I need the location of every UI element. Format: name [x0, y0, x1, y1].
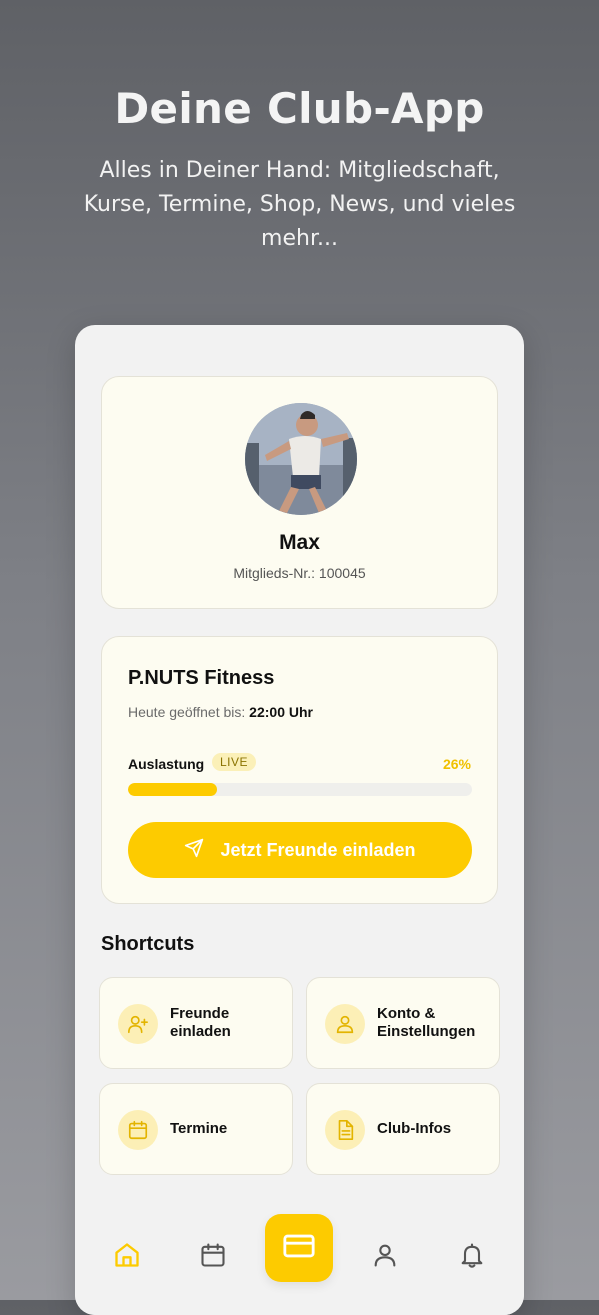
avatar — [245, 403, 357, 515]
shortcut-appointments[interactable]: Termine — [99, 1083, 293, 1175]
shortcut-label: Konto & Einstellungen — [377, 1005, 476, 1040]
invite-friends-button[interactable]: Jetzt Freunde einladen — [128, 822, 472, 878]
user-plus-icon — [118, 1004, 158, 1044]
shortcut-label: Club-Infos — [377, 1120, 452, 1137]
shortcuts-title: Shortcuts — [101, 933, 195, 955]
calendar-tab-icon[interactable] — [199, 1241, 227, 1269]
load-progress-fill — [128, 783, 218, 796]
document-icon — [325, 1110, 365, 1150]
hours-label: Heute geöffnet bis: — [128, 704, 246, 720]
bell-icon[interactable] — [458, 1241, 486, 1269]
app-screen: Max Mitglieds-Nr.: 100045 P.NUTS Fitness… — [75, 325, 524, 1315]
shortcut-club-info[interactable]: Club-Infos — [306, 1083, 500, 1175]
card-icon — [282, 1229, 316, 1268]
load-label: Auslastung — [128, 756, 205, 772]
shortcut-label: Freunde einladen — [170, 1005, 231, 1040]
send-icon — [184, 838, 204, 863]
member-number-label: Mitglieds-Nr.: — [233, 565, 316, 581]
opening-hours: Heute geöffnet bis: 22:00 Uhr — [128, 704, 313, 720]
invite-friends-label: Jetzt Freunde einladen — [220, 839, 416, 860]
hours-value: 22:00 Uhr — [249, 704, 313, 720]
calendar-icon — [118, 1110, 158, 1150]
club-card: P.NUTS Fitness Heute geöffnet bis: 22:00… — [101, 636, 498, 904]
member-number-value: 100045 — [318, 565, 366, 581]
club-name: P.NUTS Fitness — [128, 667, 275, 689]
load-percent: 26% — [442, 756, 471, 772]
member-number-line: Mitglieds-Nr.: 100045 — [102, 565, 497, 581]
load-progress-bar — [128, 783, 472, 796]
home-icon[interactable] — [113, 1241, 141, 1269]
bottom-tab-bar — [75, 1201, 524, 1315]
hero-title: Deine Club-App — [114, 84, 485, 133]
shortcut-invite-friends[interactable]: Freunde einladen — [99, 977, 293, 1069]
user-icon — [325, 1004, 365, 1044]
hero-subtitle: Alles in Deiner Hand: Mitgliedschaft, Ku… — [83, 158, 516, 251]
profile-icon[interactable] — [371, 1241, 399, 1269]
live-badge: LIVE — [212, 753, 257, 771]
membership-card-tab[interactable] — [265, 1214, 333, 1282]
shortcut-account-settings[interactable]: Konto & Einstellungen — [306, 977, 500, 1069]
shortcut-label: Termine — [170, 1120, 228, 1137]
profile-name: Max — [279, 531, 320, 554]
profile-card[interactable]: Max Mitglieds-Nr.: 100045 — [101, 376, 498, 609]
